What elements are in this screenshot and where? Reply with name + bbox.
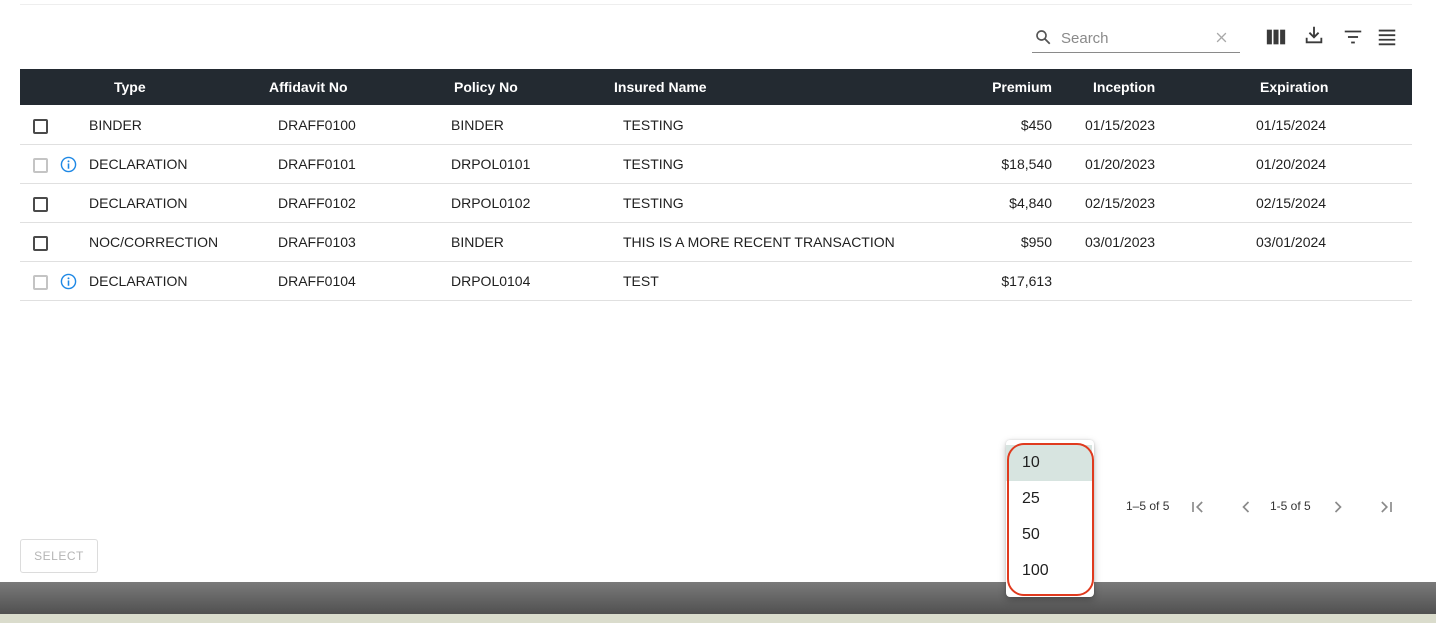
cell-premium: $18,540 <box>1001 156 1052 172</box>
column-header-inception[interactable]: Inception <box>1093 69 1155 105</box>
cell-policy-no: BINDER <box>451 117 504 133</box>
row-checkbox[interactable] <box>33 197 48 212</box>
info-icon[interactable] <box>60 273 77 290</box>
pagination-range: 1–5 of 5 <box>1126 499 1170 513</box>
cell-inception: 03/01/2023 <box>1085 234 1156 250</box>
cell-policy-no: DRPOL0104 <box>451 273 531 289</box>
cell-inception: 01/15/2023 <box>1085 117 1156 133</box>
columns-icon[interactable] <box>1265 26 1287 48</box>
column-header-expiration[interactable]: Expiration <box>1260 69 1328 105</box>
rows-per-page-option[interactable]: 25 <box>1006 481 1092 517</box>
cell-policy-no: DRPOL0101 <box>451 156 531 172</box>
column-header-type[interactable]: Type <box>114 69 146 105</box>
cell-inception: 02/15/2023 <box>1085 195 1156 211</box>
rows-per-page-option[interactable]: 10 <box>1006 445 1092 481</box>
cell-type: DECLARATION <box>89 195 188 211</box>
density-icon[interactable] <box>1376 26 1398 48</box>
search-input[interactable] <box>1059 26 1213 50</box>
pagination-page-label: 1-5 of 5 <box>1270 499 1311 513</box>
cell-premium: $4,840 <box>1009 195 1052 211</box>
table-row[interactable]: DECLARATION DRAFF0102 DRPOL0102 TESTING … <box>20 184 1412 223</box>
rows-per-page-option[interactable]: 100 <box>1006 553 1092 589</box>
column-header-affidavit-no[interactable]: Affidavit No <box>269 69 348 105</box>
rows-per-page-option[interactable]: 50 <box>1006 517 1092 553</box>
backdrop-shade <box>0 582 1436 615</box>
cell-insured-name: TEST <box>623 273 659 289</box>
cell-premium: $950 <box>1020 234 1052 250</box>
last-page-icon[interactable] <box>1376 497 1396 517</box>
cell-affidavit-no: DRAFF0100 <box>278 117 356 133</box>
search-icon <box>1036 30 1051 45</box>
previous-page-icon[interactable] <box>1236 497 1256 517</box>
cell-insured-name: TESTING <box>623 117 684 133</box>
first-page-icon[interactable] <box>1188 497 1208 517</box>
search-field[interactable] <box>1032 24 1240 53</box>
column-header-policy-no[interactable]: Policy No <box>454 69 518 105</box>
cell-affidavit-no: DRAFF0103 <box>278 234 356 250</box>
select-button[interactable]: SELECT <box>20 539 98 573</box>
filter-icon[interactable] <box>1342 26 1364 48</box>
cell-policy-no: BINDER <box>451 234 504 250</box>
cell-type: NOC/CORRECTION <box>89 234 219 250</box>
row-checkbox[interactable] <box>33 119 48 134</box>
cell-type: DECLARATION <box>89 273 188 289</box>
rows-per-page-menu: 10 25 50 100 <box>1006 440 1094 597</box>
page-margin <box>1412 0 1436 582</box>
cell-insured-name: TESTING <box>623 156 684 172</box>
table-row[interactable]: NOC/CORRECTION DRAFF0103 BINDER THIS IS … <box>20 223 1412 262</box>
cell-insured-name: TESTING <box>623 195 684 211</box>
row-checkbox-disabled <box>33 275 48 290</box>
page-footer-strip <box>0 614 1436 623</box>
cell-premium: $450 <box>1020 117 1052 133</box>
next-page-icon[interactable] <box>1328 497 1348 517</box>
row-checkbox[interactable] <box>33 236 48 251</box>
column-header-insured-name[interactable]: Insured Name <box>614 69 707 105</box>
cell-expiration: 03/01/2024 <box>1256 234 1327 250</box>
cell-policy-no: DRPOL0102 <box>451 195 531 211</box>
cell-inception: 01/20/2023 <box>1085 156 1156 172</box>
download-icon[interactable] <box>1303 24 1325 46</box>
cell-affidavit-no: DRAFF0102 <box>278 195 356 211</box>
cell-premium: $17,613 <box>1001 273 1052 289</box>
cell-expiration: 01/20/2024 <box>1256 156 1327 172</box>
cell-type: BINDER <box>89 117 142 133</box>
table-header: Type Affidavit No Policy No Insured Name… <box>20 69 1412 105</box>
table-row[interactable]: DECLARATION DRAFF0104 DRPOL0104 TEST $17… <box>20 262 1412 301</box>
column-header-premium[interactable]: Premium <box>992 69 1052 105</box>
table-row[interactable]: BINDER DRAFF0100 BINDER TESTING $450 01/… <box>20 106 1412 145</box>
cell-expiration: 01/15/2024 <box>1256 117 1327 133</box>
row-checkbox-disabled <box>33 158 48 173</box>
cell-type: DECLARATION <box>89 156 188 172</box>
clear-search-icon[interactable] <box>1214 30 1229 45</box>
table-row[interactable]: DECLARATION DRAFF0101 DRPOL0101 TESTING … <box>20 145 1412 184</box>
cell-expiration: 02/15/2024 <box>1256 195 1327 211</box>
cell-insured-name: THIS IS A MORE RECENT TRANSACTION <box>623 234 895 250</box>
cell-affidavit-no: DRAFF0101 <box>278 156 356 172</box>
cell-affidavit-no: DRAFF0104 <box>278 273 356 289</box>
info-icon[interactable] <box>60 156 77 173</box>
